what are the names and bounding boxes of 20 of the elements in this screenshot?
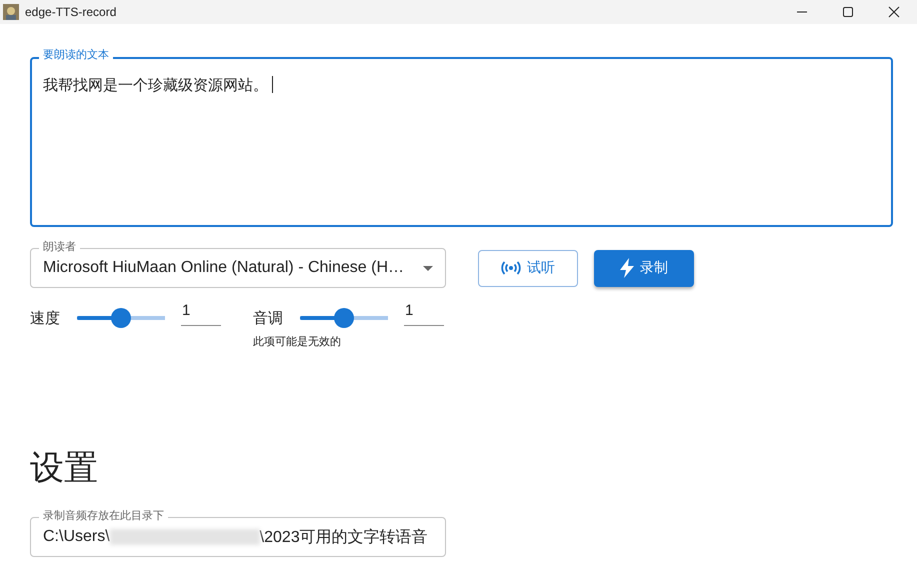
lightning-icon bbox=[620, 258, 634, 278]
number-field[interactable]: 1 bbox=[181, 302, 221, 326]
record-button[interactable]: 录制 bbox=[594, 250, 694, 286]
close-icon[interactable] bbox=[886, 4, 902, 20]
section-heading: 设置 bbox=[30, 448, 99, 489]
dropdown-arrow-icon bbox=[423, 266, 433, 270]
maximize-icon[interactable] bbox=[840, 4, 856, 20]
window-title: edge-TTS-record bbox=[25, 5, 118, 19]
app-icon bbox=[3, 4, 19, 20]
slider-label: 速度 bbox=[30, 308, 61, 328]
slider-thumb[interactable] bbox=[111, 308, 131, 328]
preview-button[interactable]: 试听 bbox=[478, 250, 578, 286]
broadcast-icon bbox=[501, 261, 521, 275]
helper-text: 此项可能是无效的 bbox=[253, 335, 342, 349]
field-label: 录制音频存放在此目录下 bbox=[39, 509, 168, 523]
field-label: 朗读者 bbox=[39, 240, 80, 254]
slider-label: 音调 bbox=[253, 308, 284, 328]
number-field[interactable]: 1 bbox=[404, 302, 444, 326]
slider-thumb[interactable] bbox=[334, 308, 354, 328]
field-label: 要朗读的文本 bbox=[39, 48, 113, 62]
